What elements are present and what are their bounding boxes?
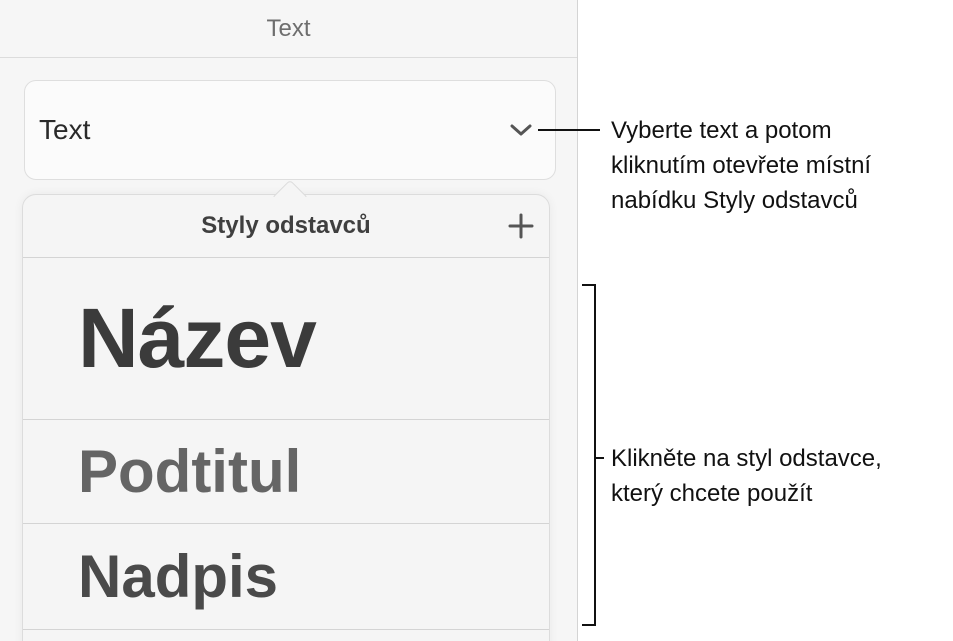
panel-header: Text bbox=[0, 0, 577, 58]
styles-bracket-vertical bbox=[594, 284, 596, 626]
popover-header: Styly odstavců bbox=[23, 195, 549, 258]
style-item-heading[interactable]: Nadpis bbox=[23, 524, 549, 630]
paragraph-style-label: Text bbox=[39, 114, 91, 145]
styles-callout: Klikněte na styl odstavce, který chcete … bbox=[611, 441, 882, 511]
add-style-button[interactable] bbox=[505, 210, 537, 242]
styles-callout-line bbox=[594, 457, 604, 459]
style-item-label: Nadpis bbox=[78, 543, 279, 610]
style-item-subtitle[interactable]: Podtitul bbox=[23, 420, 549, 524]
callout-line: který chcete použít bbox=[611, 480, 813, 507]
callout-line: kliknutím otevřete místní bbox=[611, 152, 872, 179]
style-item-label: Podtitul bbox=[78, 438, 302, 505]
panel-title: Text bbox=[266, 14, 311, 42]
callout-line: nabídku Styly odstavců bbox=[611, 187, 858, 214]
callout-line: Klikněte na styl odstavce, bbox=[611, 445, 882, 472]
style-item-title[interactable]: Název bbox=[23, 258, 549, 420]
paragraph-style-selector[interactable]: Text bbox=[24, 80, 556, 180]
chevron-down-icon bbox=[509, 122, 533, 138]
popover-arrow bbox=[271, 177, 307, 197]
callout-line: Vyberte text a potom bbox=[611, 117, 832, 144]
popover-title: Styly odstavců bbox=[201, 212, 371, 239]
selector-callout-line bbox=[538, 129, 600, 131]
format-panel: Text Text Styly odstavců Název Podtitul … bbox=[0, 0, 578, 641]
selector-callout: Vyberte text a potom kliknutím otevřete … bbox=[611, 113, 871, 218]
plus-icon bbox=[508, 213, 534, 239]
styles-bracket-bottom bbox=[582, 624, 595, 626]
paragraph-styles-popover: Styly odstavců Název Podtitul Nadpis bbox=[22, 194, 550, 641]
paragraph-style-list: Název Podtitul Nadpis bbox=[23, 258, 549, 630]
style-item-label: Název bbox=[78, 291, 317, 385]
